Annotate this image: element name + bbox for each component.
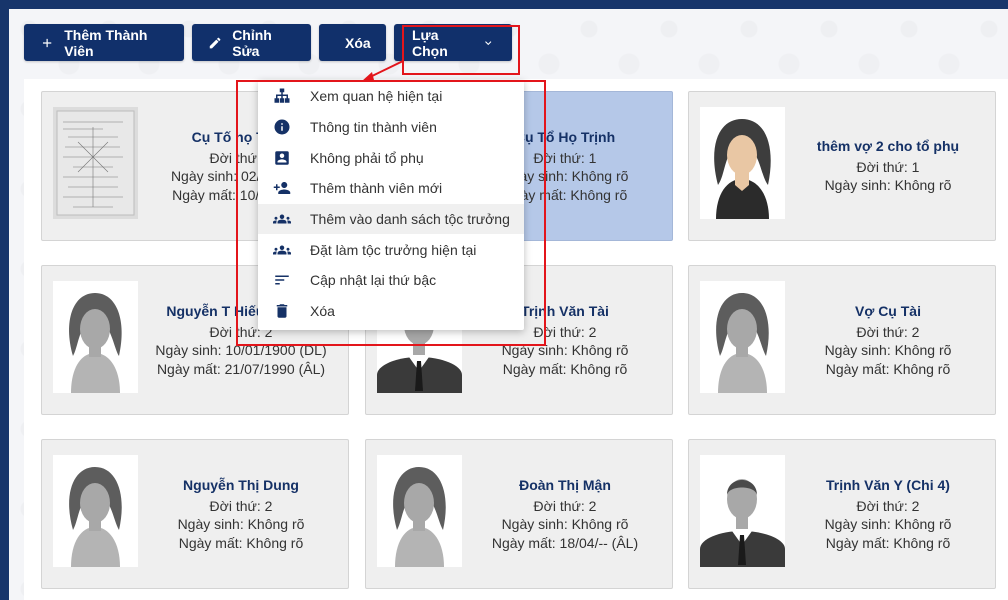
member-name: Vợ Cụ Tài — [855, 303, 921, 319]
member-birth-date: Ngày sinh: Không rõ — [824, 516, 952, 532]
member-death-date: Ngày mất: 21/07/1990 (ÂL) — [156, 360, 326, 377]
sitemap-icon — [274, 88, 290, 104]
edit-label: Chỉnh Sửa — [232, 26, 272, 59]
options-dropdown-button[interactable]: Lựa Chọn — [394, 24, 512, 61]
menu-item-label: Xem quan hệ hiện tại — [310, 88, 443, 105]
member-death-date: Ngày mất: Không rõ — [178, 534, 304, 551]
pencil-icon — [209, 37, 221, 48]
menu-item-add-to-patriarch-list[interactable]: Thêm vào danh sách tộc trưởng — [258, 203, 524, 235]
menu-item-label: Đặt làm tộc trưởng hiện tại — [310, 241, 477, 258]
sort-icon — [275, 275, 289, 285]
member-photo — [700, 455, 785, 567]
member-info: Trịnh Văn Y (Chi 4) Đời thứ: 2 Ngày sinh: … — [785, 440, 991, 588]
member-card[interactable]: Nguyễn Thị Dung Đời thứ: 2 Ngày sinh: Khôn… — [41, 439, 349, 589]
trash-icon — [276, 304, 288, 318]
member-photo — [700, 107, 785, 219]
options-menu: Xem quan hệ hiện tại Thông tin thành viê… — [258, 80, 524, 330]
member-birth-date: Ngày sinh: Không rõ — [177, 516, 305, 532]
member-photo — [700, 281, 785, 393]
member-photo — [53, 107, 138, 219]
add-member-button[interactable]: Thêm Thành Viên — [24, 24, 184, 61]
member-birth-date: Ngày sinh: 10/01/1900 (DL) — [155, 342, 327, 358]
add-member-label: Thêm Thành Viên — [64, 26, 148, 59]
member-generation: Đời thứ: 2 — [209, 497, 273, 514]
options-label: Lựa Chọn — [412, 26, 448, 59]
member-card[interactable]: Vợ Cụ Tài Đời thứ: 2 Ngày sinh: Không rõ Ng… — [688, 265, 996, 415]
member-photo — [53, 455, 138, 567]
member-generation: Đời thứ: 2 — [856, 497, 920, 514]
contact-card-icon — [275, 150, 289, 165]
member-birth-date: Ngày sinh: Không rõ — [824, 177, 952, 194]
menu-item-add-member[interactable]: Thêm thành viên mới — [258, 173, 524, 204]
member-birth-date: Ngày sinh: Không rõ — [501, 342, 629, 358]
member-info: Đoàn Thị Mận Đời thứ: 2 Ngày sinh: Không r… — [462, 440, 668, 588]
menu-item-label: Thông tin thành viên — [310, 119, 437, 136]
member-death-date: Ngày mất: Không rõ — [825, 360, 951, 377]
member-name: Trịnh Văn Y (Chi 4) — [826, 477, 950, 493]
menu-item-label: Thêm thành viên mới — [310, 180, 443, 197]
member-death-date: Ngày mất: 18/04/-- (ÂL) — [491, 534, 639, 551]
menu-item-label: Xóa — [310, 303, 335, 320]
member-card[interactable]: thêm vợ 2 cho tổ phụ Đời thứ: 1 Ngày sinh:… — [688, 91, 996, 241]
plus-icon — [42, 38, 52, 47]
member-generation: Đời thứ: 1 — [533, 149, 597, 166]
menu-item-label: Thêm vào danh sách tộc trưởng — [310, 211, 510, 228]
delete-label: Xóa — [345, 34, 371, 51]
delete-button[interactable]: Xóa — [319, 24, 386, 61]
chevron-down-icon — [484, 40, 491, 45]
member-birth-date: Ngày sinh: Không rõ — [501, 516, 629, 532]
member-name: Đoàn Thị Mận — [519, 477, 611, 493]
menu-item-member-info[interactable]: Thông tin thành viên — [258, 112, 524, 143]
menu-item-set-current-patriarch[interactable]: Đặt làm tộc trưởng hiện tại — [258, 234, 524, 265]
member-generation: Đời thứ: 2 — [533, 323, 597, 340]
member-info: Vợ Cụ Tài Đời thứ: 2 Ngày sinh: Không rõ Ng… — [785, 266, 991, 414]
member-death-date: Ngày mất: Không rõ — [502, 360, 628, 377]
edit-button[interactable]: Chỉnh Sửa — [192, 24, 311, 61]
member-info: Nguyễn Thị Dung Đời thứ: 2 Ngày sinh: Khôn… — [138, 440, 344, 588]
member-birth-date: Ngày sinh: Không rõ — [824, 342, 952, 358]
member-info: thêm vợ 2 cho tổ phụ Đời thứ: 1 Ngày sinh:… — [785, 92, 991, 240]
info-icon — [274, 119, 290, 135]
person-add-icon — [273, 182, 291, 195]
member-name: Cụ Tổ Họ Trịnh — [514, 129, 616, 145]
member-death-date: Ngày mất: Không rõ — [825, 534, 951, 551]
group-icon — [273, 245, 291, 255]
menu-item-not-ancestor[interactable]: Không phải tổ phụ — [258, 142, 524, 173]
member-name: Trịnh Văn Tài — [521, 303, 609, 319]
menu-item-delete[interactable]: Xóa — [258, 296, 524, 327]
member-generation: Đời thứ: 2 — [856, 323, 920, 340]
member-card[interactable]: Trịnh Văn Y (Chi 4) Đời thứ: 2 Ngày sinh: … — [688, 439, 996, 589]
member-photo — [53, 281, 138, 393]
menu-item-label: Cập nhật lại thứ bậc — [310, 272, 437, 289]
toolbar: Thêm Thành Viên Chỉnh Sửa Xóa Lựa Chọn — [24, 24, 512, 61]
member-card[interactable]: Đoàn Thị Mận Đời thứ: 2 Ngày sinh: Không r… — [365, 439, 673, 589]
member-photo — [377, 455, 462, 567]
member-name: thêm vợ 2 cho tổ phụ — [816, 138, 960, 155]
member-generation: Đời thứ: 2 — [533, 497, 597, 514]
menu-item-update-rank[interactable]: Cập nhật lại thứ bậc — [258, 265, 524, 296]
member-generation: Đời thứ: 1 — [856, 158, 920, 175]
menu-item-view-relations[interactable]: Xem quan hệ hiện tại — [258, 81, 524, 112]
group-icon — [273, 214, 291, 224]
menu-item-label: Không phải tổ phụ — [310, 149, 424, 166]
member-name: Nguyễn Thị Dung — [183, 477, 299, 493]
